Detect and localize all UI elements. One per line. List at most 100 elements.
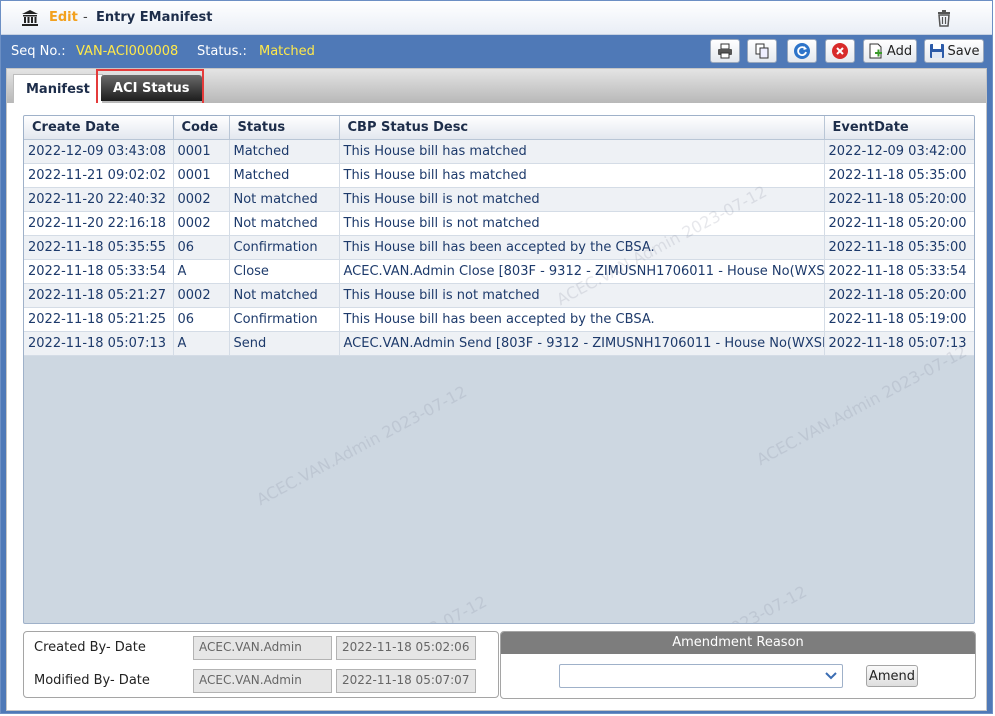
cell-code: A xyxy=(173,259,230,284)
add-button[interactable]: Add xyxy=(863,39,917,63)
copy-icon xyxy=(755,43,769,59)
table-row[interactable]: 2022-12-09 03:43:08 0001 Matched This Ho… xyxy=(24,139,974,164)
emanifest-window: Edit - Entry EManifest Seq No.: VAN-ACI0… xyxy=(0,0,993,714)
cell-cbp-status-desc: ACEC.VAN.Admin Close [803F - 9312 - ZIMU… xyxy=(339,259,825,284)
seq-label: Seq No.: xyxy=(11,44,66,59)
title-bar: Edit - Entry EManifest xyxy=(1,1,992,35)
cell-status: Close xyxy=(229,259,340,284)
printer-icon xyxy=(718,43,732,59)
cell-event-date: 2022-11-18 05:35:00 xyxy=(824,163,974,188)
cell-cbp-status-desc: This House bill is not matched xyxy=(339,211,825,236)
add-button-label: Add xyxy=(886,43,913,59)
copy-button[interactable] xyxy=(747,39,777,63)
audit-info-box: Created By- Date ACEC.VAN.Admin 2022-11-… xyxy=(23,631,499,698)
amendment-header: Amendment Reason xyxy=(501,632,975,654)
modified-by-field: ACEC.VAN.Admin xyxy=(193,669,332,693)
tab-manifest[interactable]: Manifest xyxy=(13,74,103,103)
created-by-field: ACEC.VAN.Admin xyxy=(193,636,332,660)
cell-cbp-status-desc: This House bill has matched xyxy=(339,163,825,188)
table-row[interactable]: 2022-11-18 05:35:55 06 Confirmation This… xyxy=(24,235,974,260)
amend-button[interactable]: Amend xyxy=(866,665,918,687)
cell-status: Matched xyxy=(229,163,340,188)
modified-date-field: 2022-11-18 05:07:07 xyxy=(336,669,476,693)
refresh-button[interactable] xyxy=(787,39,817,63)
cell-event-date: 2022-11-18 05:33:54 xyxy=(824,259,974,284)
seq-status-bar: Seq No.: VAN-ACI000008 Status.: Matched xyxy=(1,36,992,66)
cell-status: Not matched xyxy=(229,283,340,308)
cell-cbp-status-desc: This House bill has been accepted by the… xyxy=(339,235,825,260)
bank-icon xyxy=(22,10,38,26)
table-row[interactable]: 2022-11-18 05:33:54 A Close ACEC.VAN.Adm… xyxy=(24,259,974,284)
cell-code: A xyxy=(173,331,230,356)
chevron-down-icon[interactable] xyxy=(820,665,842,687)
cell-event-date: 2022-12-09 03:42:00 xyxy=(824,139,974,164)
tab-strip: Manifest ACI Status xyxy=(7,69,986,109)
save-button-label: Save xyxy=(947,43,980,59)
add-document-icon xyxy=(869,43,882,59)
cell-status: Confirmation xyxy=(229,235,340,260)
cell-cbp-status-desc: This House bill has matched xyxy=(339,139,825,164)
table-row[interactable]: 2022-11-18 05:21:27 0002 Not matched Thi… xyxy=(24,283,974,308)
cell-status: Matched xyxy=(229,139,340,164)
cell-code: 06 xyxy=(173,235,230,260)
table-header-row: Create Date Code Status CBP Status Desc … xyxy=(24,116,974,140)
cell-create-date: 2022-11-18 05:21:25 xyxy=(24,307,174,332)
cell-status: Not matched xyxy=(229,187,340,212)
table-row[interactable]: 2022-11-18 05:21:25 06 Confirmation This… xyxy=(24,307,974,332)
status-label: Status.: xyxy=(197,44,247,59)
cell-create-date: 2022-11-18 05:21:27 xyxy=(24,283,174,308)
cell-create-date: 2022-11-21 09:02:02 xyxy=(24,163,174,188)
amendment-box: Amendment Reason Amend xyxy=(500,631,976,699)
created-date-field: 2022-11-18 05:02:06 xyxy=(336,636,476,660)
cell-code: 0002 xyxy=(173,211,230,236)
cell-create-date: 2022-11-20 22:16:18 xyxy=(24,211,174,236)
refresh-icon xyxy=(794,43,810,59)
watermark-text: ACEC.VAN.Admin 2023-07-12 xyxy=(273,592,490,623)
cancel-icon xyxy=(832,43,848,59)
seq-value: VAN-ACI000008 xyxy=(76,44,179,59)
table-row[interactable]: 2022-11-18 05:07:13 A Send ACEC.VAN.Admi… xyxy=(24,331,974,356)
status-value: Matched xyxy=(259,44,315,59)
cell-code: 0002 xyxy=(173,283,230,308)
cell-event-date: 2022-11-18 05:19:00 xyxy=(824,307,974,332)
column-header-status[interactable]: Status xyxy=(229,116,340,140)
aci-status-content: Create Date Code Status CBP Status Desc … xyxy=(7,103,986,710)
main-panel: Manifest ACI Status Create Date Code Sta… xyxy=(6,68,987,711)
cell-create-date: 2022-11-18 05:33:54 xyxy=(24,259,174,284)
cancel-button[interactable] xyxy=(825,39,855,63)
cell-cbp-status-desc: This House bill has been accepted by the… xyxy=(339,307,825,332)
column-header-create-date[interactable]: Create Date xyxy=(24,116,174,140)
watermark-text: ACEC.VAN.Admin 2023-07-12 xyxy=(253,381,470,510)
table-row[interactable]: 2022-11-20 22:16:18 0002 Not matched Thi… xyxy=(24,211,974,236)
cell-create-date: 2022-11-20 22:40:32 xyxy=(24,187,174,212)
amendment-reason-select[interactable] xyxy=(559,664,843,688)
cell-code: 0001 xyxy=(173,139,230,164)
aci-status-grid: Create Date Code Status CBP Status Desc … xyxy=(23,115,975,624)
save-button[interactable]: Save xyxy=(924,39,984,63)
page-title: Entry EManifest xyxy=(96,10,213,25)
table-row[interactable]: 2022-11-21 09:02:02 0001 Matched This Ho… xyxy=(24,163,974,188)
watermark-text: ACEC.VAN.Admin 2023-07-12 xyxy=(753,341,970,470)
cell-event-date: 2022-11-18 05:20:00 xyxy=(824,283,974,308)
save-icon xyxy=(929,44,944,58)
cell-create-date: 2022-12-09 03:43:08 xyxy=(24,139,174,164)
trash-icon[interactable] xyxy=(935,9,953,27)
print-button[interactable] xyxy=(710,39,740,63)
table-row[interactable]: 2022-11-20 22:40:32 0002 Not matched Thi… xyxy=(24,187,974,212)
title-separator: - xyxy=(83,10,88,25)
column-header-code[interactable]: Code xyxy=(173,116,230,140)
cell-status: Not matched xyxy=(229,211,340,236)
modified-by-label: Modified By- Date xyxy=(34,673,150,688)
status-table: Create Date Code Status CBP Status Desc … xyxy=(24,116,974,356)
watermark-text: ACEC.VAN.Admin 2023-07-12 xyxy=(593,582,810,623)
created-by-label: Created By- Date xyxy=(34,640,146,655)
column-header-event-date[interactable]: EventDate xyxy=(824,116,974,140)
cell-create-date: 2022-11-18 05:07:13 xyxy=(24,331,174,356)
cell-code: 06 xyxy=(173,307,230,332)
cell-event-date: 2022-11-18 05:20:00 xyxy=(824,211,974,236)
cell-event-date: 2022-11-18 05:35:00 xyxy=(824,235,974,260)
column-header-cbp-status-desc[interactable]: CBP Status Desc xyxy=(339,116,825,140)
mode-label: Edit xyxy=(49,10,78,25)
cell-cbp-status-desc: This House bill is not matched xyxy=(339,283,825,308)
cell-code: 0001 xyxy=(173,163,230,188)
